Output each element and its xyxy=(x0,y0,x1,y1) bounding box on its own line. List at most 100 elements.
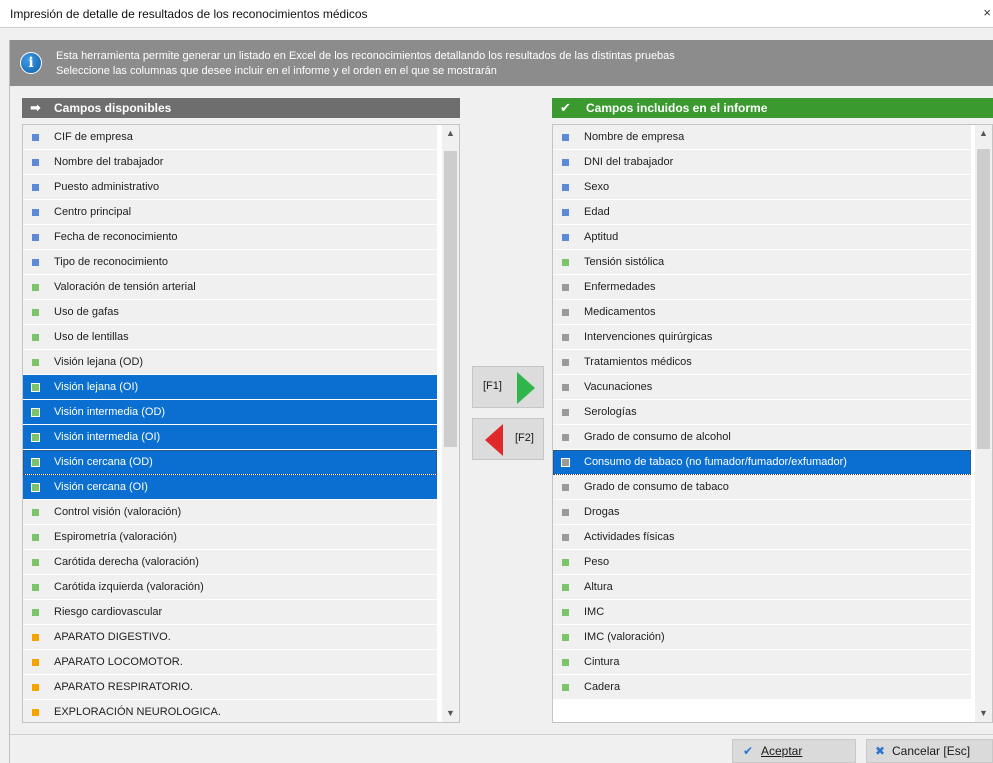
list-item[interactable]: Nombre de empresa xyxy=(553,125,971,150)
scroll-down-icon[interactable]: ▼ xyxy=(975,705,992,722)
list-item[interactable]: Visión intermedia (OI) xyxy=(23,425,437,450)
list-item[interactable]: Carótida izquierda (valoración) xyxy=(23,575,437,600)
list-item[interactable]: Altura xyxy=(553,575,971,600)
list-item-label: CIF de empresa xyxy=(54,131,133,143)
list-item-label: IMC xyxy=(584,606,605,618)
list-item[interactable]: Serologías xyxy=(553,400,971,425)
field-type-square-icon xyxy=(562,484,569,491)
list-item-label: Sexo xyxy=(584,181,610,193)
list-item-label: APARATO LOCOMOTOR. xyxy=(54,656,183,668)
list-item[interactable]: Sexo xyxy=(553,175,971,200)
list-item[interactable]: Riesgo cardiovascular xyxy=(23,600,437,625)
list-item[interactable]: Intervenciones quirúrgicas xyxy=(553,325,971,350)
list-item[interactable]: Visión lejana (OI) xyxy=(23,375,437,400)
list-item[interactable]: Edad xyxy=(553,200,971,225)
field-type-square-icon xyxy=(32,184,39,191)
field-type-square-icon xyxy=(32,609,39,616)
list-item[interactable]: Nombre del trabajador xyxy=(23,150,437,175)
list-item-label: Tratamientos médicos xyxy=(584,356,692,368)
list-item[interactable]: APARATO DIGESTIVO. xyxy=(23,625,437,650)
list-item[interactable]: Medicamentos xyxy=(553,300,971,325)
remove-field-button[interactable]: [F2] xyxy=(472,418,544,460)
field-type-square-icon xyxy=(32,509,39,516)
scroll-thumb[interactable] xyxy=(444,151,457,447)
list-item[interactable]: Uso de gafas xyxy=(23,300,437,325)
list-item[interactable]: APARATO RESPIRATORIO. xyxy=(23,675,437,700)
list-item[interactable]: Visión lejana (OD) xyxy=(23,350,437,375)
list-item[interactable]: Actividades físicas xyxy=(553,525,971,550)
info-line-2: Seleccione las columnas que desee inclui… xyxy=(56,65,497,77)
list-item[interactable]: Visión cercana (OD) xyxy=(23,450,437,475)
list-item[interactable]: Cintura xyxy=(553,650,971,675)
field-type-square-icon xyxy=(562,409,569,416)
title-bar: Impresión de detalle de resultados de lo… xyxy=(0,0,993,28)
scroll-thumb[interactable] xyxy=(977,149,990,449)
list-item-label: Grado de consumo de tabaco xyxy=(584,481,729,493)
list-item[interactable]: DNI del trabajador xyxy=(553,150,971,175)
list-item[interactable]: Peso xyxy=(553,550,971,575)
list-item[interactable]: IMC xyxy=(553,600,971,625)
field-type-square-icon xyxy=(562,434,569,441)
info-icon: i xyxy=(20,52,42,74)
list-item[interactable]: Tipo de reconocimiento xyxy=(23,250,437,275)
list-item[interactable]: Cadera xyxy=(553,675,971,700)
list-item[interactable]: Grado de consumo de tabaco xyxy=(553,475,971,500)
field-type-square-icon xyxy=(32,359,39,366)
included-fields-header: ✔ Campos incluidos en el informe xyxy=(552,98,993,118)
scroll-up-icon[interactable]: ▲ xyxy=(975,125,992,142)
field-type-square-icon xyxy=(562,509,569,516)
list-item-label: Aptitud xyxy=(584,231,619,243)
field-type-square-icon xyxy=(32,334,39,341)
list-item-label: Peso xyxy=(584,556,610,568)
list-item-label: Visión lejana (OI) xyxy=(54,381,139,393)
included-scrollbar[interactable]: ▲ ▼ xyxy=(975,125,992,722)
list-item[interactable]: Vacunaciones xyxy=(553,375,971,400)
field-type-square-icon xyxy=(562,309,569,316)
list-item[interactable]: Drogas xyxy=(553,500,971,525)
field-type-square-icon xyxy=(562,684,569,691)
available-scrollbar[interactable]: ▲ ▼ xyxy=(442,125,459,722)
list-item[interactable]: Uso de lentillas xyxy=(23,325,437,350)
list-item[interactable]: APARATO LOCOMOTOR. xyxy=(23,650,437,675)
list-item[interactable]: Visión intermedia (OD) xyxy=(23,400,437,425)
accept-button[interactable]: ✔ Aceptar xyxy=(732,739,856,763)
list-item[interactable]: Visión cercana (OI) xyxy=(23,475,437,500)
included-fields-list[interactable]: Nombre de empresa DNI del trabajador Sexo E… xyxy=(552,124,993,723)
list-item[interactable]: Fecha de reconocimiento xyxy=(23,225,437,250)
cancel-button[interactable]: ✖ Cancelar [Esc] xyxy=(866,739,993,763)
field-type-square-icon xyxy=(32,259,39,266)
scroll-down-icon[interactable]: ▼ xyxy=(442,705,459,722)
list-item[interactable]: Centro principal xyxy=(23,200,437,225)
available-fields-list[interactable]: CIF de empresa Nombre del trabajador Puest… xyxy=(22,124,460,723)
list-item-label: Actividades físicas xyxy=(584,531,675,543)
list-item[interactable]: Enfermedades xyxy=(553,275,971,300)
list-item-label: Vacunaciones xyxy=(584,381,653,393)
list-item[interactable]: Aptitud xyxy=(553,225,971,250)
list-item[interactable]: Consumo de tabaco (no fumador/fumador/ex… xyxy=(553,450,971,475)
list-item-label: Cintura xyxy=(584,656,620,668)
field-type-square-icon xyxy=(32,234,39,241)
scroll-up-icon[interactable]: ▲ xyxy=(442,125,459,142)
list-item[interactable]: Espirometría (valoración) xyxy=(23,525,437,550)
list-item[interactable]: IMC (valoración) xyxy=(553,625,971,650)
list-item[interactable]: Grado de consumo de alcohol xyxy=(553,425,971,450)
list-item[interactable]: EXPLORACIÓN NEUROLOGICA. xyxy=(23,700,437,722)
close-icon[interactable]: × xyxy=(983,5,991,20)
list-item[interactable]: Tratamientos médicos xyxy=(553,350,971,375)
list-item[interactable]: Control visión (valoración) xyxy=(23,500,437,525)
field-type-square-icon xyxy=(562,134,569,141)
list-item[interactable]: Carótida derecha (valoración) xyxy=(23,550,437,575)
list-item-label: Control visión (valoración) xyxy=(54,506,182,518)
list-item[interactable]: Valoración de tensión arterial xyxy=(23,275,437,300)
list-item-label: Visión lejana (OD) xyxy=(54,356,144,368)
list-item[interactable]: CIF de empresa xyxy=(23,125,437,150)
field-type-square-icon xyxy=(32,284,39,291)
list-item[interactable]: Puesto administrativo xyxy=(23,175,437,200)
field-type-square-icon xyxy=(562,534,569,541)
info-banner: i Esta herramienta permite generar un li… xyxy=(10,40,993,86)
add-field-button[interactable]: [F1] xyxy=(472,366,544,408)
field-type-square-icon xyxy=(32,134,39,141)
field-type-square-icon xyxy=(32,159,39,166)
list-item-label: APARATO DIGESTIVO. xyxy=(54,631,171,643)
list-item[interactable]: Tensión sistólica xyxy=(553,250,971,275)
